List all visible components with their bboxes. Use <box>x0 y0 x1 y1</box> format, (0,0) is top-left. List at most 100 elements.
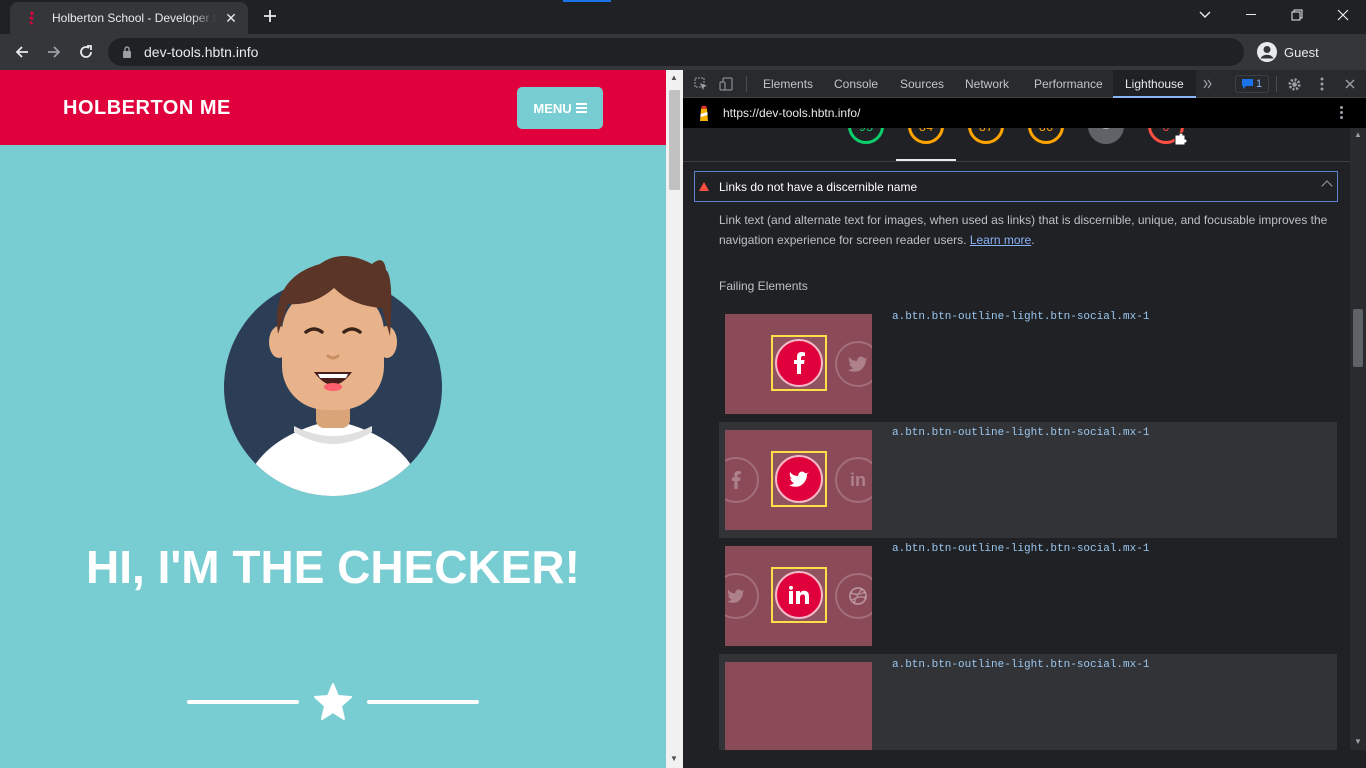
issues-badge[interactable]: 1 <box>1235 75 1269 93</box>
reload-icon <box>80 45 92 58</box>
close-devtools-icon[interactable] <box>1341 75 1359 93</box>
page-scrollbar-thumb[interactable] <box>669 90 680 190</box>
gauge-best-practices[interactable]: 87 <box>968 128 1004 144</box>
devtools-panel: Elements Console Sources Network Perform… <box>683 70 1366 768</box>
address-text: dev-tools.hbtn.info <box>144 44 259 60</box>
twitter-icon <box>775 455 823 503</box>
avatar-illustration <box>224 256 442 496</box>
site-navbar: HOLBERTON ME MENU <box>0 70 666 145</box>
tab-strip: Holberton School - Developer tools ✕ <box>0 0 1366 34</box>
address-bar[interactable]: dev-tools.hbtn.info <box>108 38 1244 66</box>
element-selector[interactable]: a.btn.btn-outline-light.btn-social.mx-1 <box>892 311 1149 323</box>
focus-highlight <box>771 567 827 623</box>
failing-element-row[interactable]: a.btn.btn-outline-light.btn-social.mx-1 <box>719 306 1337 422</box>
settings-gear-icon[interactable] <box>1285 75 1303 93</box>
forward-button[interactable] <box>40 38 68 66</box>
divider-line-left <box>187 700 299 704</box>
tab-close-icon[interactable]: ✕ <box>222 10 240 27</box>
audit-title: Links do not have a discernible name <box>719 179 918 194</box>
focus-highlight <box>771 451 827 507</box>
page-scrollbar[interactable]: ▲ ▼ <box>666 70 683 768</box>
hero-title: HI, I'M THE CHECKER! <box>86 541 580 593</box>
browser-tab[interactable]: Holberton School - Developer tools ✕ <box>10 2 248 34</box>
message-icon <box>1241 79 1253 89</box>
facebook-icon <box>775 339 823 387</box>
toolbar-separator-2 <box>1276 76 1277 92</box>
restore-button[interactable] <box>1274 0 1320 30</box>
linkedin-icon <box>775 571 823 619</box>
devtools-menu-icon[interactable] <box>1313 75 1331 93</box>
tab-lighthouse[interactable]: Lighthouse <box>1113 70 1196 98</box>
issues-count: 1 <box>1255 78 1263 90</box>
gauge-score: 84 <box>918 128 934 135</box>
tab-console[interactable]: Console <box>834 70 878 98</box>
gauge-accessibility[interactable]: 84 <box>908 128 944 144</box>
element-selector[interactable]: a.btn.btn-outline-light.btn-social.mx-1 <box>892 659 1149 671</box>
tab-search-chevron-icon[interactable] <box>1182 0 1228 30</box>
dribbble-ghost-icon <box>835 573 872 619</box>
scroll-up-icon[interactable]: ▲ <box>670 73 678 82</box>
element-screenshot: in <box>725 430 872 530</box>
tab-elements[interactable]: Elements <box>763 70 813 98</box>
element-selector[interactable]: a.btn.btn-outline-light.btn-social.mx-1 <box>892 427 1149 439</box>
toolbar-separator <box>746 76 747 92</box>
gauge-pwa[interactable]: – <box>1088 128 1124 144</box>
fail-triangle-icon <box>699 182 709 191</box>
scroll-down-icon[interactable]: ▼ <box>670 754 678 763</box>
failing-element-row[interactable]: a.btn.btn-outline-light.btn-social.mx-1 <box>719 538 1337 654</box>
linkedin-ghost-icon: in <box>835 457 872 503</box>
holberton-favicon-icon <box>24 10 40 26</box>
collapse-chevron-icon[interactable] <box>1321 180 1333 192</box>
audit-header[interactable]: Links do not have a discernible name <box>694 171 1338 202</box>
site-brand[interactable]: HOLBERTON ME <box>63 97 231 120</box>
arrow-left-icon <box>15 46 28 58</box>
scroll-down-icon[interactable]: ▼ <box>1354 737 1362 746</box>
lighthouse-report: 93 84 87 86 – 0 Links do not have a disc… <box>683 128 1350 750</box>
hamburger-icon <box>575 103 587 113</box>
new-tab-button[interactable] <box>258 6 282 30</box>
web-page: HOLBERTON ME MENU HI, I'M THE CHECKER! <box>0 70 666 768</box>
plus-icon <box>264 10 276 22</box>
element-screenshot <box>725 314 872 414</box>
devtools-tabbar: Elements Console Sources Network Perform… <box>683 70 1366 98</box>
reload-button[interactable] <box>72 38 100 66</box>
focus-highlight <box>771 335 827 391</box>
device-toolbar-icon[interactable] <box>717 75 735 93</box>
tab-network[interactable]: Network <box>965 70 1009 98</box>
tab-title: Holberton School - Developer tools <box>52 11 216 25</box>
close-window-button[interactable] <box>1320 0 1366 30</box>
inspect-element-icon[interactable] <box>692 75 710 93</box>
browser-toolbar: dev-tools.hbtn.info Guest <box>0 34 1366 70</box>
menu-button[interactable]: MENU <box>517 87 603 129</box>
report-menu-icon[interactable] <box>1337 106 1345 122</box>
failing-elements-label: Failing Elements <box>719 279 808 293</box>
gauge-performance[interactable]: 93 <box>848 128 884 144</box>
gauge-score: 86 <box>1038 128 1054 135</box>
more-tabs-chevron-icon[interactable] <box>1199 75 1217 93</box>
avatar-icon <box>1257 42 1277 62</box>
gauge-seo[interactable]: 86 <box>1028 128 1064 144</box>
tab-sources[interactable]: Sources <box>900 70 944 98</box>
twitter-ghost-icon <box>725 573 759 619</box>
minimize-button[interactable] <box>1228 0 1274 30</box>
scroll-up-icon[interactable]: ▲ <box>1354 130 1362 139</box>
failing-element-row[interactable]: in a.btn.btn-outline-light.btn-social.mx… <box>719 422 1337 538</box>
gauge-score: 87 <box>978 128 994 135</box>
audit-description: Link text (and alternate text for images… <box>719 213 1328 247</box>
tab-search-indicator <box>563 0 611 2</box>
profile-button[interactable]: Guest <box>1252 38 1352 66</box>
back-button[interactable] <box>8 38 36 66</box>
tab-performance[interactable]: Performance <box>1034 70 1103 98</box>
element-selector[interactable]: a.btn.btn-outline-light.btn-social.mx-1 <box>892 543 1149 555</box>
failing-element-row[interactable]: a.btn.btn-outline-light.btn-social.mx-1 <box>719 654 1337 750</box>
profile-label: Guest <box>1284 44 1319 60</box>
score-gauges: 93 84 87 86 – 0 <box>683 128 1350 162</box>
lighthouse-report-url[interactable]: https://dev-tools.hbtn.info/ <box>723 106 860 120</box>
active-category-underline <box>896 159 956 161</box>
facebook-ghost-icon <box>725 457 759 503</box>
learn-more-link[interactable]: Learn more <box>970 233 1031 247</box>
gauge-score: 93 <box>858 128 874 135</box>
report-scrollbar-thumb[interactable] <box>1353 309 1363 367</box>
report-scrollbar[interactable]: ▲ ▼ <box>1350 128 1366 750</box>
lighthouse-logo-icon <box>700 106 708 121</box>
